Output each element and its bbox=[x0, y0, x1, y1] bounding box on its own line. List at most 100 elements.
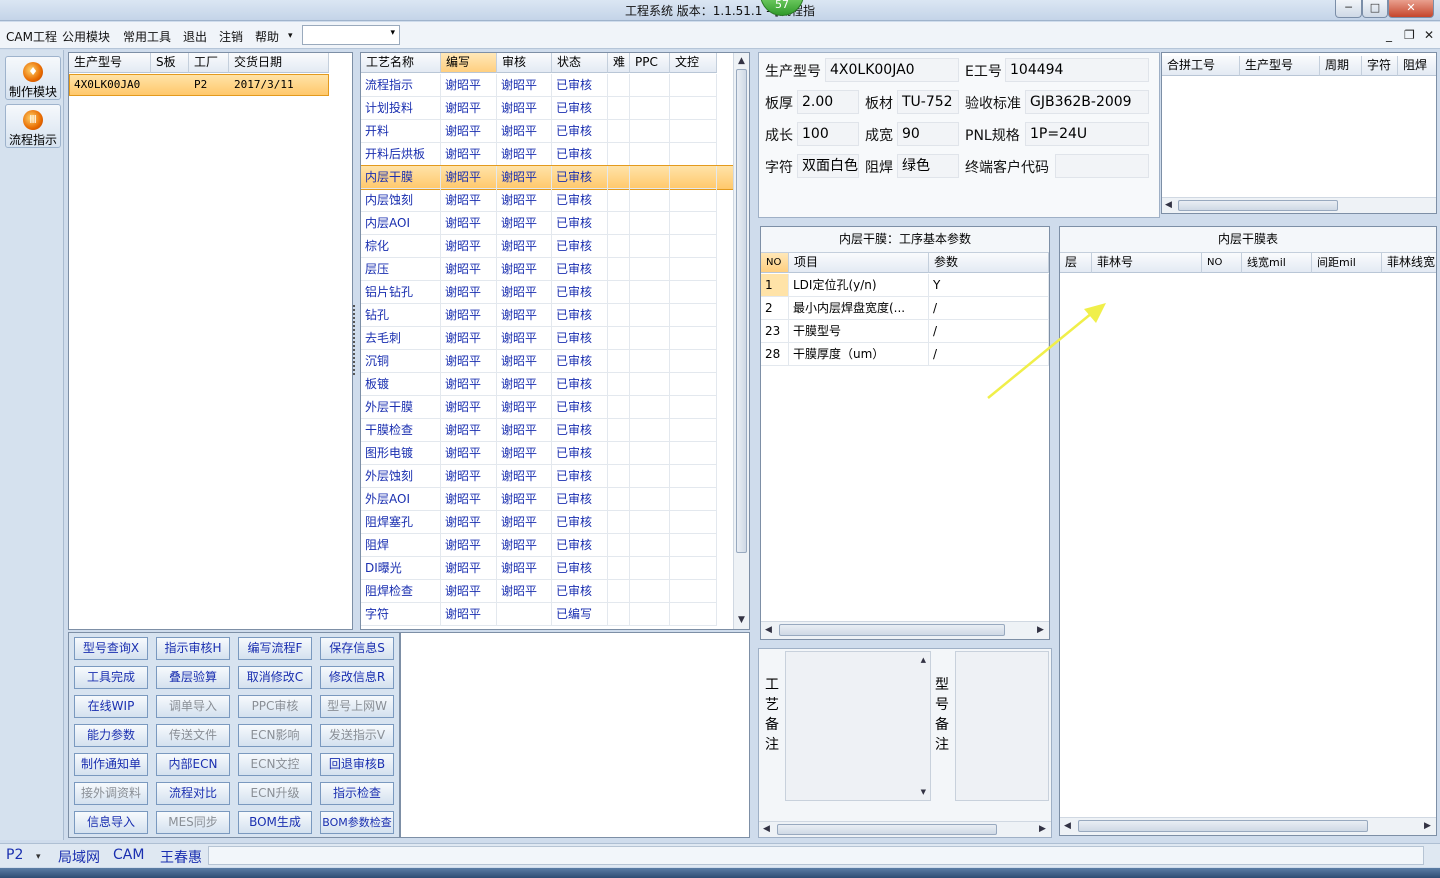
tool-button-1[interactable]: 型号查询X bbox=[74, 637, 148, 660]
close-button[interactable]: ✕ bbox=[1388, 0, 1434, 18]
tool-button-15[interactable]: ECN影响 bbox=[238, 724, 312, 747]
notes-hscroll[interactable]: ◀ ▶ bbox=[759, 821, 1051, 837]
scroll-left-icon[interactable]: ◀ bbox=[1064, 821, 1071, 831]
splitter-handle[interactable] bbox=[353, 305, 358, 375]
combine-header-soldermask[interactable]: 阻焊 bbox=[1398, 56, 1436, 76]
customer-code-field[interactable] bbox=[1055, 154, 1149, 178]
scroll-up-icon[interactable]: ▲ bbox=[738, 56, 745, 66]
process-row[interactable]: 去毛刺 谢昭平 谢昭平 已审核 bbox=[361, 327, 733, 350]
process-note-textarea[interactable]: ▲ ▼ bbox=[785, 651, 931, 801]
process-row[interactable]: 铝片钻孔 谢昭平 谢昭平 已审核 bbox=[361, 281, 733, 304]
combine-header-job[interactable]: 合拼工号 bbox=[1162, 56, 1240, 76]
film-scroll-thumb[interactable] bbox=[1078, 820, 1368, 832]
tool-button-5[interactable]: 工具完成 bbox=[74, 666, 148, 689]
tool-button-24[interactable]: 指示检查 bbox=[320, 782, 394, 805]
params-row[interactable]: 1 LDI定位孔(y/n) Y bbox=[761, 274, 1049, 297]
standard-field[interactable]: GJB362B-2009 bbox=[1025, 90, 1149, 114]
tool-button-23[interactable]: ECN升级 bbox=[238, 782, 312, 805]
thickness-field[interactable]: 2.00 bbox=[797, 90, 859, 114]
process-row[interactable]: 计划投料 谢昭平 谢昭平 已审核 bbox=[361, 97, 733, 120]
material-field[interactable]: TU-752 bbox=[897, 90, 959, 114]
tool-button-21[interactable]: 接外调资料 bbox=[74, 782, 148, 805]
scroll-left-icon[interactable]: ◀ bbox=[1165, 200, 1172, 210]
menu-logout[interactable]: 注销 bbox=[219, 28, 243, 45]
eno-field[interactable]: 104494 bbox=[1005, 58, 1149, 82]
process-row[interactable]: 阻焊 谢昭平 谢昭平 已审核 bbox=[361, 534, 733, 557]
film-header-linewidth[interactable]: 线宽mil bbox=[1242, 253, 1312, 273]
factory-dropdown-icon[interactable]: ▾ bbox=[36, 852, 41, 862]
tool-button-2[interactable]: 指示审核H bbox=[156, 637, 230, 660]
process-header-doc-control[interactable]: 文控 bbox=[670, 53, 717, 73]
process-row[interactable]: 板镀 谢昭平 谢昭平 已审核 bbox=[361, 373, 733, 396]
order-header-model[interactable]: 生产型号 bbox=[69, 53, 151, 73]
order-header-factory[interactable]: 工厂 bbox=[189, 53, 229, 73]
mdi-minimize-button[interactable]: _ bbox=[1386, 28, 1392, 42]
film-header-spacing[interactable]: 间距mil bbox=[1312, 253, 1382, 273]
process-row[interactable]: 图形电镀 谢昭平 谢昭平 已审核 bbox=[361, 442, 733, 465]
combine-scroll-thumb[interactable] bbox=[1178, 200, 1338, 211]
scroll-right-icon[interactable]: ▶ bbox=[1424, 821, 1431, 831]
scroll-left-icon[interactable]: ◀ bbox=[763, 824, 770, 834]
tool-button-9[interactable]: 在线WIP bbox=[74, 695, 148, 718]
order-header-date[interactable]: 交货日期 bbox=[229, 53, 329, 73]
process-row[interactable]: 棕化 谢昭平 谢昭平 已审核 bbox=[361, 235, 733, 258]
menu-public-module[interactable]: 公用模块 bbox=[62, 28, 110, 45]
process-row[interactable]: 阻焊塞孔 谢昭平 谢昭平 已审核 bbox=[361, 511, 733, 534]
params-hscroll[interactable]: ◀ ▶ bbox=[761, 621, 1049, 639]
process-row[interactable]: DI曝光 谢昭平 谢昭平 已审核 bbox=[361, 557, 733, 580]
film-hscroll[interactable]: ◀ ▶ bbox=[1060, 817, 1436, 835]
film-header-filmno[interactable]: 菲林号 bbox=[1092, 253, 1202, 273]
make-module-button[interactable]: ♦ 制作模块 bbox=[5, 56, 61, 100]
params-header-item[interactable]: 项目 bbox=[789, 253, 929, 273]
tool-button-19[interactable]: ECN文控 bbox=[238, 753, 312, 776]
tool-button-27[interactable]: BOM生成 bbox=[238, 811, 312, 834]
tool-button-16[interactable]: 发送指示V bbox=[320, 724, 394, 747]
scroll-down-icon[interactable]: ▼ bbox=[921, 788, 926, 796]
tool-button-17[interactable]: 制作通知单 bbox=[74, 753, 148, 776]
mdi-close-button[interactable]: ✕ bbox=[1424, 28, 1434, 42]
tool-button-8[interactable]: 修改信息R bbox=[320, 666, 394, 689]
help-dropdown-icon[interactable]: ▾ bbox=[288, 31, 293, 41]
process-scroll-thumb[interactable] bbox=[736, 69, 747, 553]
model-note-textarea[interactable] bbox=[955, 651, 1049, 801]
process-row[interactable]: 阻焊检查 谢昭平 谢昭平 已审核 bbox=[361, 580, 733, 603]
pnl-field[interactable]: 1P=24U bbox=[1025, 122, 1149, 146]
width-field[interactable]: 90 bbox=[897, 122, 959, 146]
process-row[interactable]: 外层蚀刻 谢昭平 谢昭平 已审核 bbox=[361, 465, 733, 488]
process-row[interactable]: 外层AOI 谢昭平 谢昭平 已审核 bbox=[361, 488, 733, 511]
process-row[interactable]: 开料后烘板 谢昭平 谢昭平 已审核 bbox=[361, 143, 733, 166]
tool-button-18[interactable]: 内部ECN bbox=[156, 753, 230, 776]
process-row[interactable]: 内层AOI 谢昭平 谢昭平 已审核 bbox=[361, 212, 733, 235]
process-row[interactable]: 钻孔 谢昭平 谢昭平 已审核 bbox=[361, 304, 733, 327]
process-header-status[interactable]: 状态 bbox=[552, 53, 608, 73]
factory-select[interactable]: P2 bbox=[6, 847, 23, 863]
combine-header-model[interactable]: 生产型号 bbox=[1240, 56, 1320, 76]
minimize-button[interactable]: ─ bbox=[1335, 0, 1362, 18]
menu-combo[interactable]: ▾ bbox=[302, 25, 400, 45]
process-row[interactable]: 内层干膜 谢昭平 谢昭平 已审核 bbox=[361, 165, 734, 190]
tool-button-7[interactable]: 取消修改C bbox=[238, 666, 312, 689]
tool-button-11[interactable]: PPC审核 bbox=[238, 695, 312, 718]
film-header-layer[interactable]: 层 bbox=[1060, 253, 1092, 273]
combine-header-period[interactable]: 周期 bbox=[1320, 56, 1362, 76]
tool-button-26[interactable]: MES同步 bbox=[156, 811, 230, 834]
process-row[interactable]: 内层蚀刻 谢昭平 谢昭平 已审核 bbox=[361, 189, 733, 212]
tool-button-4[interactable]: 保存信息S bbox=[320, 637, 394, 660]
combine-hscroll[interactable]: ◀ bbox=[1162, 197, 1436, 213]
scroll-down-icon[interactable]: ▼ bbox=[738, 615, 745, 625]
scroll-right-icon[interactable]: ▶ bbox=[1037, 625, 1044, 635]
scroll-right-icon[interactable]: ▶ bbox=[1039, 824, 1046, 834]
tool-button-22[interactable]: 流程对比 bbox=[156, 782, 230, 805]
maximize-button[interactable]: □ bbox=[1362, 0, 1388, 18]
tool-button-28[interactable]: BOM参数检查 bbox=[320, 811, 394, 834]
soldermask-field[interactable]: 绿色 bbox=[897, 154, 959, 178]
params-header-value[interactable]: 参数 bbox=[929, 253, 1049, 273]
tool-button-14[interactable]: 传送文件 bbox=[156, 724, 230, 747]
menu-common-tools[interactable]: 常用工具 bbox=[123, 28, 171, 45]
model-field[interactable]: 4X0LK00JA0 bbox=[825, 58, 959, 82]
tool-button-20[interactable]: 回退审核B bbox=[320, 753, 394, 776]
tool-button-25[interactable]: 信息导入 bbox=[74, 811, 148, 834]
process-header-writer[interactable]: 编写 bbox=[441, 53, 497, 73]
process-row[interactable]: 沉铜 谢昭平 谢昭平 已审核 bbox=[361, 350, 733, 373]
notes-scroll-thumb[interactable] bbox=[777, 824, 997, 835]
